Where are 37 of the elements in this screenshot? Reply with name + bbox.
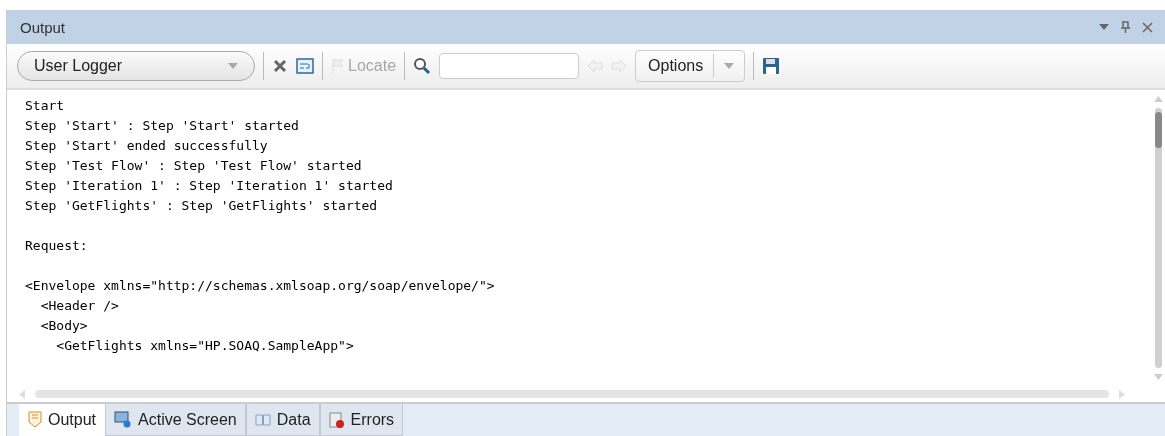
close-icon[interactable] (1142, 21, 1153, 33)
dropdown-icon[interactable] (1099, 24, 1109, 30)
panel-tab[interactable]: Active Screen (105, 404, 246, 436)
log-line: Step 'Start' ended successfully (25, 137, 268, 155)
scroll-up-icon[interactable] (1153, 96, 1163, 102)
wrap-icon[interactable] (296, 58, 314, 74)
caret-icon (228, 63, 238, 69)
scrollbar-track[interactable] (1154, 108, 1162, 368)
pin-icon[interactable] (1121, 21, 1130, 33)
options-button[interactable]: Options (635, 50, 746, 82)
log-line: Step 'Iteration 1' : Step 'Iteration 1' started (25, 177, 393, 195)
save-icon[interactable] (762, 57, 781, 75)
log-line: Step 'GetFlights' : Step 'GetFlights' started (25, 197, 378, 215)
panel-tab[interactable]: Output (19, 404, 106, 436)
document-arrow-icon (28, 411, 42, 428)
clear-icon[interactable] (272, 58, 288, 74)
log-line: <Header /> (39, 297, 119, 315)
panel-title: Output (20, 18, 66, 36)
monitor-icon (114, 411, 133, 428)
log-line: Step 'Test Flow' : Step 'Test Flow' started (25, 157, 362, 175)
book-icon (254, 413, 271, 426)
clipboard-error-icon (328, 410, 345, 429)
scrollbar-thumb[interactable] (1154, 112, 1162, 148)
log-line: <Envelope xmlns="http://schemas.xmlsoap.org/soap/envelope/"> (25, 277, 495, 295)
log-line: <GetFlights xmlns="HP.SOAQ.SampleApp"> (55, 337, 354, 355)
caret-icon (724, 63, 735, 69)
scroll-down-icon[interactable] (1153, 374, 1163, 380)
search-icon[interactable] (413, 57, 432, 75)
panel-tab[interactable]: Data (245, 404, 320, 436)
log-line: Request: (25, 237, 88, 255)
search-field[interactable] (439, 53, 580, 79)
flag-icon (331, 58, 345, 74)
panel-tab[interactable]: Errors (319, 404, 404, 436)
logger-dropdown[interactable]: User Logger (17, 51, 255, 81)
log-line: Step 'Start' : Step 'Start' started (25, 117, 299, 135)
log-line: <Body> (39, 317, 88, 335)
log-line: Start (25, 97, 65, 115)
